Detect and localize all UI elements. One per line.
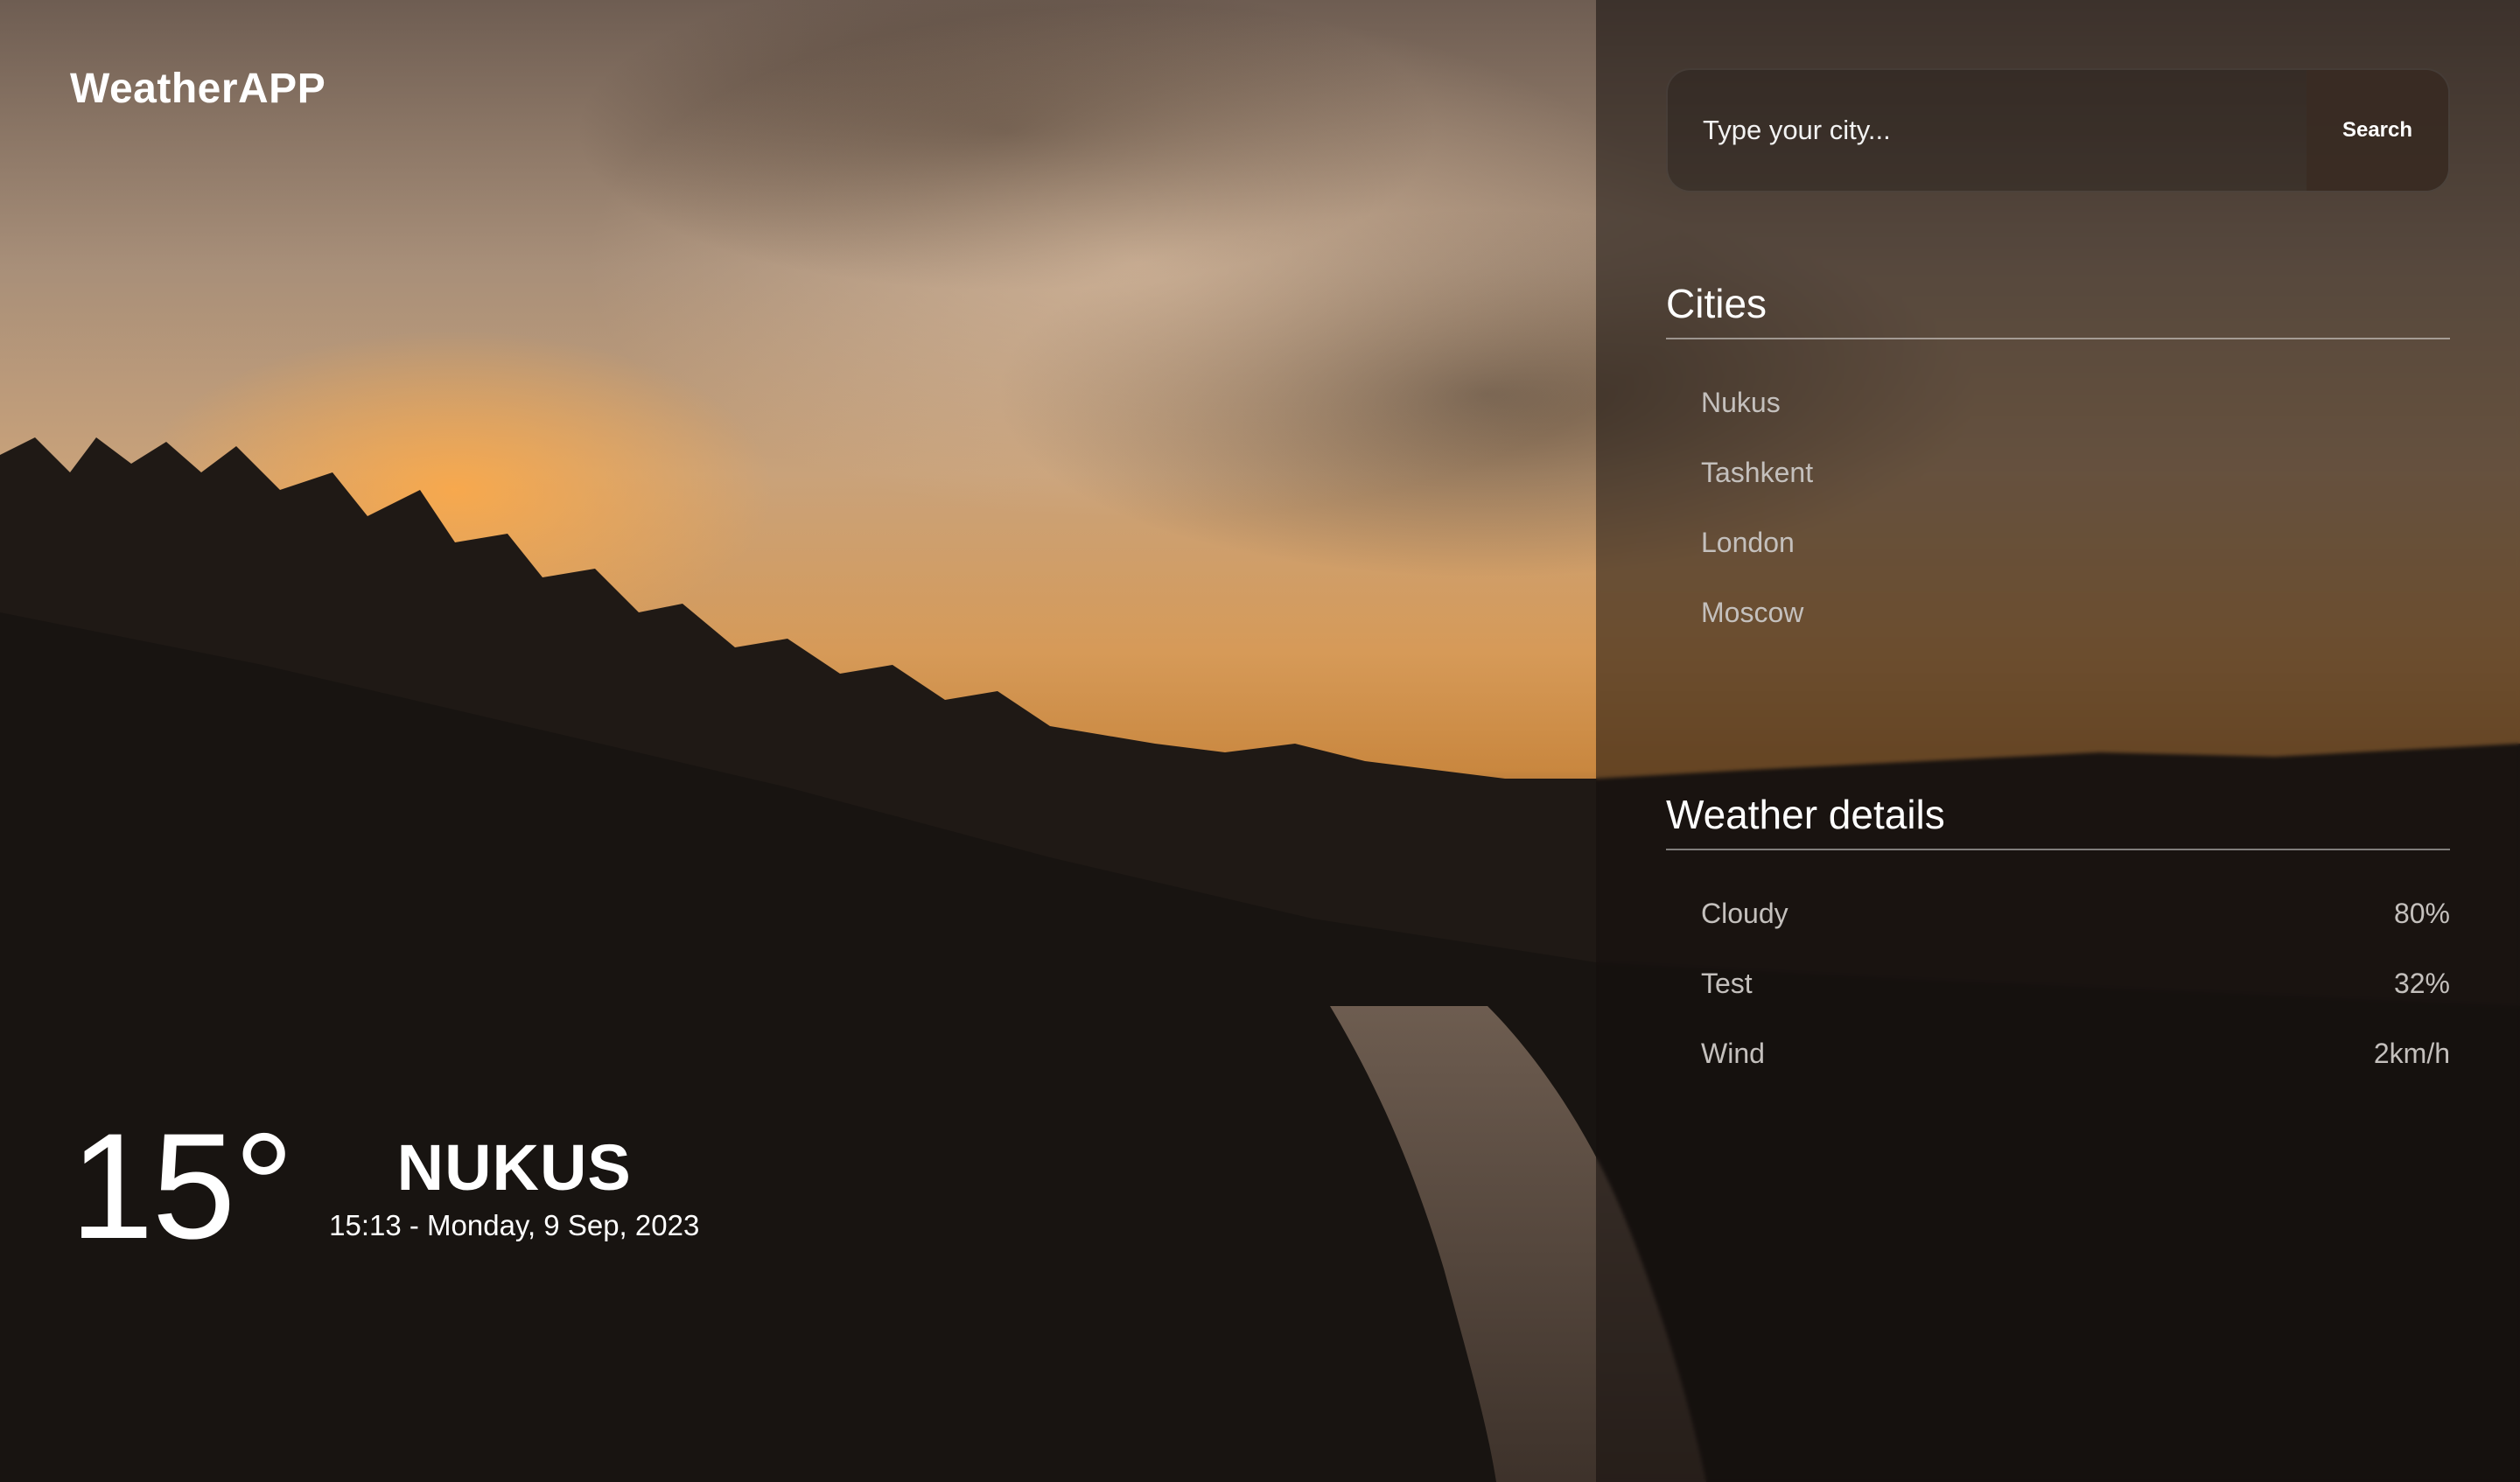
- search-button[interactable]: Search: [2306, 70, 2448, 191]
- city-item-tashkent[interactable]: Tashkent: [1701, 437, 2450, 507]
- app-logo: WeatherAPP: [70, 66, 326, 112]
- city-label: London: [1701, 526, 1795, 558]
- current-weather: 15° NUKUS 15:13 - Monday, 9 Sep, 2023: [70, 1111, 699, 1262]
- current-datetime: 15:13 - Monday, 9 Sep, 2023: [329, 1209, 700, 1241]
- city-label: Tashkent: [1701, 456, 1814, 488]
- city-label: Moscow: [1701, 596, 1804, 628]
- weather-details-list: Cloudy 80% Test 32% Wind 2km/h: [1701, 878, 2450, 1088]
- detail-row-test: Test 32%: [1701, 948, 2450, 1018]
- temperature-display: 15°: [70, 1102, 294, 1270]
- city-search-input[interactable]: [1668, 70, 2306, 191]
- detail-row-wind: Wind 2km/h: [1701, 1018, 2450, 1088]
- location-block: NUKUS 15:13 - Monday, 9 Sep, 2023: [329, 1111, 699, 1242]
- detail-value: 80%: [2393, 897, 2450, 929]
- city-item-moscow[interactable]: Moscow: [1701, 577, 2450, 647]
- weather-app: WeatherAPP Search Cities Nukus Tashkent …: [0, 0, 2520, 1482]
- detail-label: Test: [1701, 967, 1753, 999]
- detail-value: 32%: [2393, 967, 2450, 999]
- sidebar-panel: [1596, 0, 2520, 1482]
- detail-label: Cloudy: [1701, 897, 1788, 929]
- city-list: Nukus Tashkent London Moscow: [1701, 367, 2450, 647]
- city-item-london[interactable]: London: [1701, 507, 2450, 577]
- detail-value: 2km/h: [2373, 1037, 2450, 1069]
- current-city-name: NUKUS: [396, 1131, 632, 1204]
- cities-heading: Cities: [1666, 280, 2450, 339]
- city-label: Nukus: [1701, 386, 1781, 418]
- search-bar: Search: [1666, 68, 2450, 192]
- weather-details-heading: Weather details: [1666, 791, 2450, 850]
- detail-label: Wind: [1701, 1037, 1765, 1069]
- city-item-nukus[interactable]: Nukus: [1701, 367, 2450, 437]
- detail-row-cloudy: Cloudy 80%: [1701, 878, 2450, 948]
